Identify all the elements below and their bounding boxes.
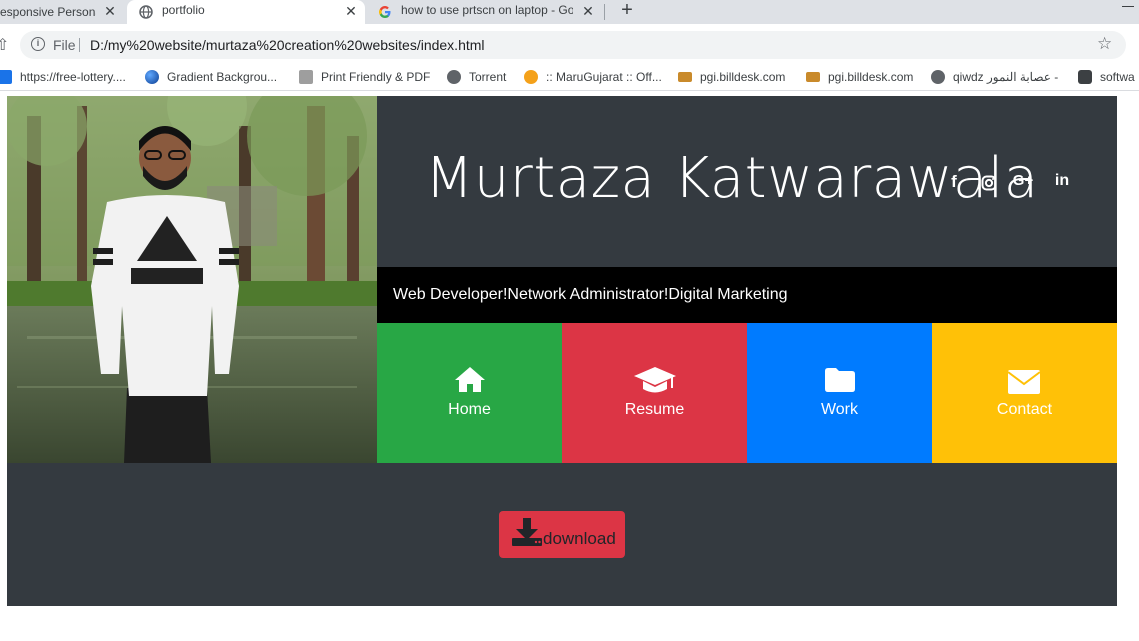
home-arrow-icon[interactable]: ⇧: [0, 35, 9, 55]
url-scheme-divider: [79, 38, 80, 52]
google-plus-icon[interactable]: G+: [1009, 172, 1037, 196]
bookmark-label: softwa: [1100, 70, 1135, 84]
graduation-cap-icon: [634, 367, 676, 393]
bookmark-software[interactable]: softwa: [1078, 68, 1135, 86]
bookmark-marugujarat[interactable]: :: MaruGujarat :: Off...: [524, 68, 662, 86]
download-icon: [512, 518, 542, 546]
tab-title: how to use prtscn on laptop - Go: [401, 3, 573, 17]
globe-icon: [447, 70, 461, 84]
nav-tile-resume[interactable]: Resume: [562, 323, 747, 463]
bookmark-billdesk-2[interactable]: pgi.billdesk.com: [806, 68, 913, 86]
bookmark-print-friendly[interactable]: Print Friendly & PDF: [299, 68, 430, 86]
download-label: download: [543, 529, 616, 548]
info-icon[interactable]: i: [31, 37, 45, 51]
new-tab-button[interactable]: +: [616, 0, 638, 22]
bookmark-label: qiwdz عصابة النمور -: [953, 70, 1059, 84]
instagram-icon[interactable]: [977, 172, 1001, 196]
tab-title: esponsive Persona: [0, 5, 96, 19]
profile-photo: [7, 96, 377, 463]
globe-icon: [931, 70, 945, 84]
tab-responsive-personal[interactable]: esponsive Persona ✕: [0, 0, 124, 24]
tagline-bar: Web Developer!Network Administrator!Digi…: [377, 267, 1117, 323]
nav-tile-home[interactable]: Home: [377, 323, 562, 463]
facebook-icon[interactable]: f: [942, 172, 966, 196]
billdesk-icon: [806, 72, 820, 82]
nav-tile-contact[interactable]: Contact: [932, 323, 1117, 463]
url-scheme: File: [53, 37, 76, 53]
nav-label: Contact: [996, 401, 1053, 418]
nav-tile-work[interactable]: Work: [747, 323, 932, 463]
google-icon: [379, 6, 391, 18]
bookmark-label: Gradient Backgrou...: [167, 70, 278, 84]
tab-how-to-use-prtscn[interactable]: how to use prtscn on laptop - Go ✕: [368, 0, 602, 24]
minimize-button[interactable]: [1122, 6, 1134, 7]
envelope-icon: [1007, 370, 1041, 394]
bookmark-qiwdz[interactable]: qiwdz عصابة النمور -: [931, 68, 1058, 86]
gradient-globe-icon: [145, 70, 159, 84]
url-text[interactable]: D:/my%20website/murtaza%20creation%20web…: [90, 37, 485, 53]
bookmark-label: Print Friendly & PDF: [321, 70, 431, 84]
close-tab-icon[interactable]: ✕: [580, 3, 596, 19]
bookmark-label: Torrent: [469, 70, 507, 84]
bookmark-label: https://free-lottery....: [20, 70, 126, 84]
nav-label: Home: [448, 401, 491, 418]
bookmark-star-icon[interactable]: ☆: [1097, 34, 1112, 54]
nav-label: Work: [820, 401, 859, 418]
tab-separator: [604, 4, 605, 20]
software-icon: [1078, 70, 1092, 84]
home-icon: [455, 367, 485, 392]
close-tab-icon[interactable]: ✕: [102, 3, 118, 19]
nav-label: Resume: [624, 401, 685, 418]
profile-photo-illustration: [7, 96, 377, 463]
tab-title: portfolio: [162, 3, 205, 17]
bookmark-gradient-background[interactable]: Gradient Backgrou...: [145, 68, 277, 86]
bookmark-free-lottery[interactable]: https://free-lottery....: [0, 68, 126, 86]
printer-icon: [299, 70, 313, 84]
tab-portfolio[interactable]: portfolio ✕: [127, 0, 365, 24]
lottery-icon: [0, 70, 12, 84]
folder-icon: [825, 368, 855, 392]
bookmark-label: pgi.billdesk.com: [700, 70, 786, 84]
bookmark-label: :: MaruGujarat :: Off...: [546, 70, 662, 84]
bookmark-billdesk-1[interactable]: pgi.billdesk.com: [678, 68, 785, 86]
bookmark-torrent[interactable]: Torrent: [447, 68, 506, 86]
billdesk-icon: [678, 72, 692, 82]
close-tab-icon[interactable]: ✕: [343, 3, 359, 19]
globe-icon: [139, 5, 153, 19]
marugujarat-icon: [524, 70, 538, 84]
linkedin-icon[interactable]: in: [1050, 172, 1074, 196]
portfolio-page: Murtaza Katwarawala f G+ in Web Develope…: [7, 96, 1117, 606]
tagline: Web Developer!Network Administrator!Digi…: [393, 286, 788, 303]
bookmark-label: pgi.billdesk.com: [828, 70, 914, 84]
name-header: Murtaza Katwarawala f G+ in: [377, 96, 1117, 267]
download-button[interactable]: download: [499, 511, 625, 558]
